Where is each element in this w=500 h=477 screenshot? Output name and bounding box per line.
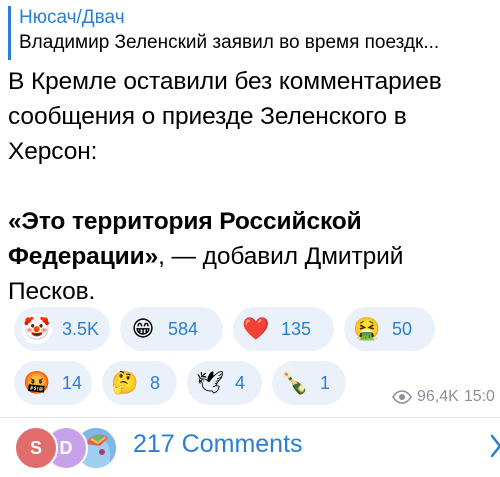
champagne-icon: 🍾 — [281, 370, 309, 395]
message-line: В Кремле оставили без комментариев сообщ… — [8, 68, 442, 165]
comments-button[interactable]: S D 217 Comments — [0, 418, 500, 477]
reply-text: Владимир Зеленский заявил во время поезд… — [19, 32, 440, 53]
red-heart-icon: ❤️ — [242, 316, 270, 341]
dove-icon: 🕊 — [196, 370, 224, 395]
avatar: S — [14, 426, 58, 470]
reaction-count: 135 — [281, 318, 312, 339]
comments-count-label: 217 Comments — [133, 430, 303, 458]
reply-author: Нюсач/Двач — [19, 7, 125, 28]
reaction-count: 584 — [168, 318, 199, 339]
reaction-count: 14 — [62, 372, 83, 393]
reaction-count: 1 — [320, 372, 331, 393]
message-time: 15:0 — [463, 388, 495, 405]
chevron-right-icon — [490, 434, 500, 458]
reaction-chip-thinking[interactable]: 🤔 8 — [102, 361, 177, 405]
reaction-count: 3.5K — [62, 318, 100, 339]
reaction-chip-grin[interactable]: 😁 584 — [120, 307, 223, 351]
reaction-chip-champagne[interactable]: 🍾 1 — [272, 361, 346, 405]
cursing-face-icon: 🤬 — [23, 370, 51, 395]
reactions-row: 🤡 3.5K 😁 584 ❤️ 135 🤮 50 — [14, 307, 500, 351]
message-meta: 96,4K 15:0 — [392, 388, 495, 406]
commenter-avatars: S D — [14, 426, 134, 470]
vomiting-face-icon: 🤮 — [353, 316, 381, 341]
reaction-chip-dove[interactable]: 🕊 4 — [187, 361, 262, 405]
reaction-count: 4 — [235, 372, 246, 393]
reaction-count: 8 — [150, 372, 161, 393]
views-eye-icon — [392, 390, 412, 404]
grinning-face-icon: 😁 — [131, 316, 155, 341]
reaction-chip-clown[interactable]: 🤡 3.5K — [14, 307, 110, 351]
clown-face-icon: 🤡 — [22, 314, 52, 344]
reaction-chip-cursing[interactable]: 🤬 14 — [14, 361, 92, 405]
reaction-chip-vomit[interactable]: 🤮 50 — [344, 307, 435, 351]
message-body: В Кремле оставили без комментариев сообщ… — [8, 64, 496, 309]
message-quote: «Это территория Российской Федерации», —… — [8, 204, 496, 309]
reaction-chip-heart[interactable]: ❤️ 135 — [233, 307, 334, 351]
thinking-face-icon: 🤔 — [111, 370, 139, 395]
reaction-count: 50 — [392, 318, 413, 339]
views-count: 96,4K — [417, 388, 459, 405]
reply-preview[interactable]: Нюсач/Двач Владимир Зеленский заявил во … — [8, 6, 500, 60]
